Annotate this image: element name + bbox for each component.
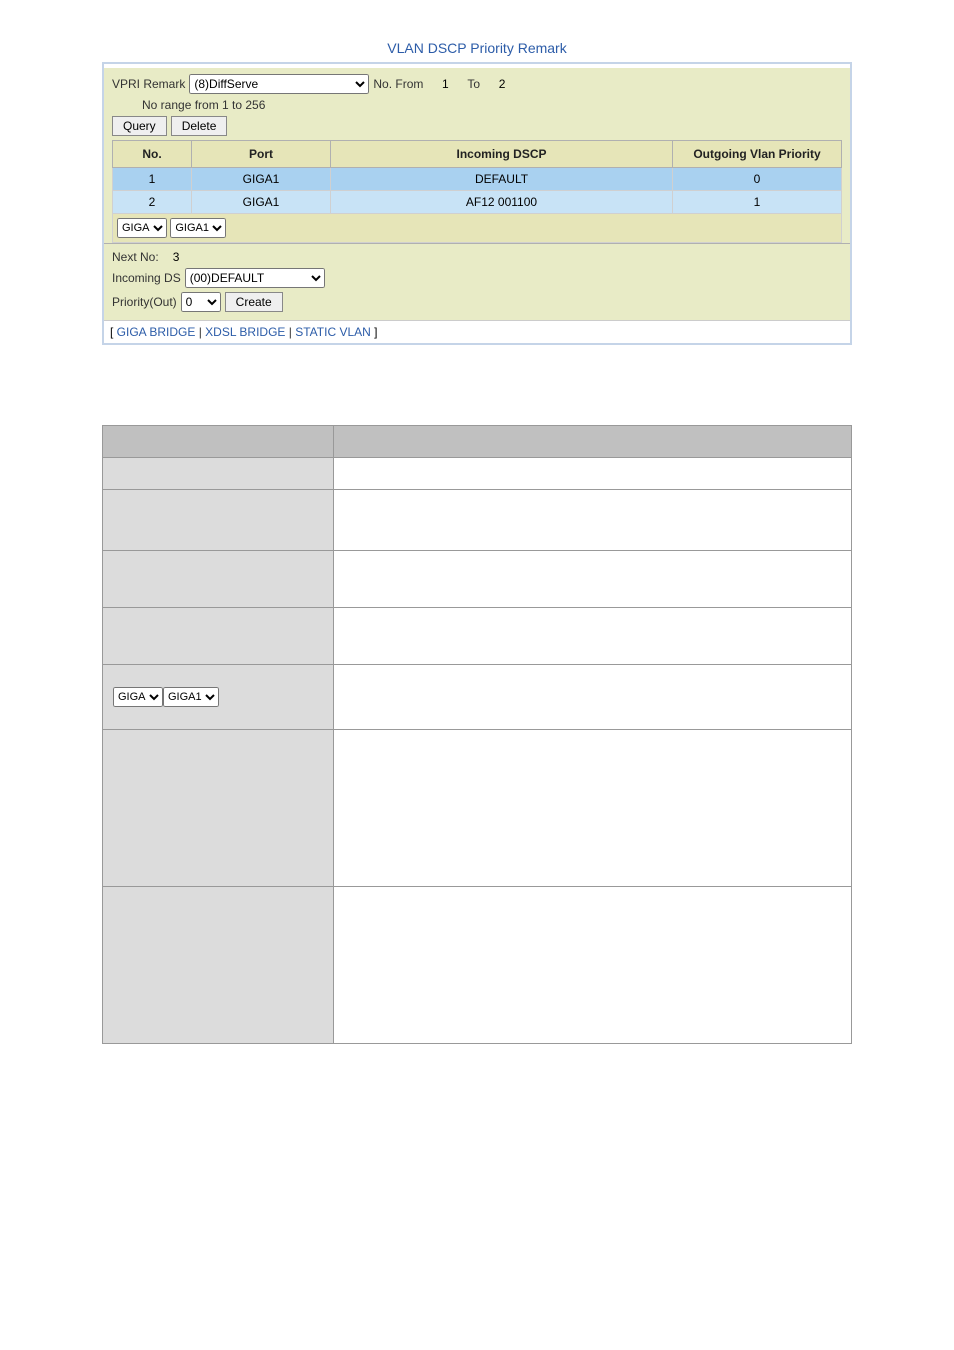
cell-dscp: DEFAULT: [331, 168, 673, 191]
next-no-label: Next No:: [112, 250, 159, 264]
table-row: 2 GIGA1 AF12 001100 1: [113, 191, 842, 214]
nav-bar: [ GIGA BRIDGE | XDSL BRIDGE | STATIC VLA…: [104, 320, 850, 343]
cell-port: GIGA1: [192, 168, 331, 191]
to-label: To: [467, 77, 480, 91]
desc-row: [103, 887, 852, 1044]
cell-priority: 0: [673, 168, 842, 191]
figure-wrapper: VLAN DSCP Priority Remark VPRI Remark (8…: [102, 40, 852, 345]
figure-title: VLAN DSCP Priority Remark: [102, 40, 852, 56]
filter-select-2[interactable]: GIGA1: [170, 218, 226, 238]
nav-link-xdsl[interactable]: XDSL BRIDGE: [205, 325, 285, 339]
no-from-value: 1: [427, 75, 463, 93]
desc-row: [103, 608, 852, 665]
nav-link-static[interactable]: STATIC VLAN: [295, 325, 371, 339]
cell-no: 2: [113, 191, 192, 214]
delete-button[interactable]: Delete: [171, 116, 228, 136]
filter-select-1[interactable]: GIGA: [117, 218, 167, 238]
next-no-value: 3: [163, 250, 180, 264]
create-button[interactable]: Create: [225, 292, 283, 312]
range-hint: No range from 1 to 256: [112, 98, 842, 112]
table-header-row: No. Port Incoming DSCP Outgoing Vlan Pri…: [113, 141, 842, 168]
results-table: No. Port Incoming DSCP Outgoing Vlan Pri…: [112, 140, 842, 243]
filter-row: GIGA GIGA1: [113, 214, 842, 243]
th-no: No.: [113, 141, 192, 168]
priority-label: Priority(Out): [112, 295, 177, 309]
desc-row: [103, 490, 852, 551]
vpri-select[interactable]: (8)DiffServe: [189, 74, 369, 94]
vpri-row: VPRI Remark (8)DiffServe No. From 1 To 2: [112, 74, 842, 94]
next-no-row: Next No: 3: [112, 250, 842, 264]
priority-select[interactable]: 0: [181, 292, 221, 312]
cell-port: GIGA1: [192, 191, 331, 214]
cell-priority: 1: [673, 191, 842, 214]
panel-upper: VPRI Remark (8)DiffServe No. From 1 To 2…: [104, 64, 850, 243]
desc-row: [103, 458, 852, 490]
desc-header-left: [103, 426, 334, 458]
incoming-row: Incoming DS (00)DEFAULT: [112, 268, 842, 288]
button-row: Query Delete: [112, 116, 842, 136]
incoming-select[interactable]: (00)DEFAULT: [185, 268, 325, 288]
app-panel: VPRI Remark (8)DiffServe No. From 1 To 2…: [102, 62, 852, 345]
no-from-label: No. From: [373, 77, 423, 91]
th-priority: Outgoing Vlan Priority: [673, 141, 842, 168]
description-table: GIGA GIGA1: [102, 425, 852, 1044]
to-value: 2: [484, 75, 520, 93]
nav-link-giga[interactable]: GIGA BRIDGE: [117, 325, 196, 339]
desc-row: [103, 551, 852, 608]
sample-select-2[interactable]: GIGA1: [163, 687, 219, 707]
priority-row: Priority(Out) 0 Create: [112, 292, 842, 312]
th-port: Port: [192, 141, 331, 168]
desc-row-dropdown: GIGA GIGA1: [103, 665, 852, 730]
cell-dscp: AF12 001100: [331, 191, 673, 214]
vpri-label: VPRI Remark: [112, 77, 185, 91]
dropdown-sample: GIGA GIGA1: [113, 687, 219, 707]
table-row: 1 GIGA1 DEFAULT 0: [113, 168, 842, 191]
incoming-label: Incoming DS: [112, 271, 181, 285]
query-button[interactable]: Query: [112, 116, 167, 136]
desc-header-row: [103, 426, 852, 458]
cell-no: 1: [113, 168, 192, 191]
desc-row: [103, 730, 852, 887]
desc-header-right: [334, 426, 852, 458]
th-dscp: Incoming DSCP: [331, 141, 673, 168]
create-block: Next No: 3 Incoming DS (00)DEFAULT Prior…: [104, 243, 850, 320]
sample-select-1[interactable]: GIGA: [113, 687, 163, 707]
